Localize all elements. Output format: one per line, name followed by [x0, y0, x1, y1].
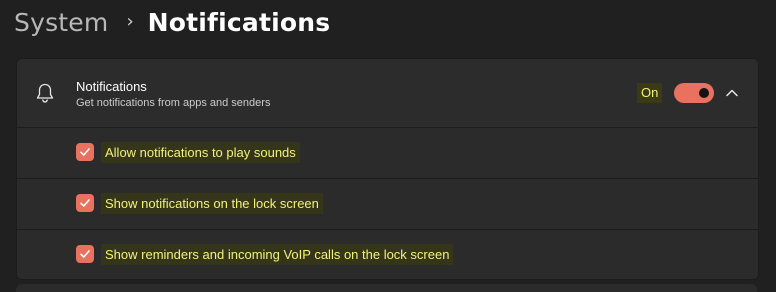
- notifications-title: Notifications: [76, 79, 147, 94]
- option-row-sounds: Allow notifications to play sounds: [17, 128, 758, 179]
- checkmark-icon: [80, 199, 90, 207]
- breadcrumb: System › Notifications: [14, 2, 330, 42]
- checkmark-icon: [80, 250, 90, 258]
- chevron-up-icon[interactable]: [723, 85, 741, 101]
- checkmark-icon: [80, 148, 90, 156]
- settings-page: System › Notifications Notifications Get…: [0, 0, 776, 292]
- lock-screen-label: Show notifications on the lock screen: [101, 193, 323, 214]
- reminders-voip-checkbox[interactable]: [76, 245, 94, 263]
- toggle-knob: [699, 88, 709, 98]
- notifications-subtitle: Get notifications from apps and senders: [76, 97, 271, 109]
- sounds-checkbox[interactable]: [76, 143, 94, 161]
- breadcrumb-system-link[interactable]: System: [14, 8, 108, 37]
- notifications-toggle[interactable]: [674, 83, 714, 103]
- page-title: Notifications: [147, 7, 331, 37]
- bell-icon: [35, 82, 55, 104]
- sounds-label: Allow notifications to play sounds: [101, 142, 300, 163]
- option-row-reminders-voip: Show reminders and incoming VoIP calls o…: [17, 230, 758, 279]
- notifications-header[interactable]: Notifications Get notifications from app…: [17, 59, 758, 128]
- reminders-voip-label: Show reminders and incoming VoIP calls o…: [101, 244, 454, 265]
- notifications-card: Notifications Get notifications from app…: [16, 58, 759, 280]
- next-settings-card[interactable]: [16, 284, 757, 292]
- lock-screen-checkbox[interactable]: [76, 194, 94, 212]
- toggle-state-label: On: [637, 83, 663, 103]
- breadcrumb-separator: ›: [126, 11, 134, 32]
- option-row-lock-screen: Show notifications on the lock screen: [17, 179, 758, 230]
